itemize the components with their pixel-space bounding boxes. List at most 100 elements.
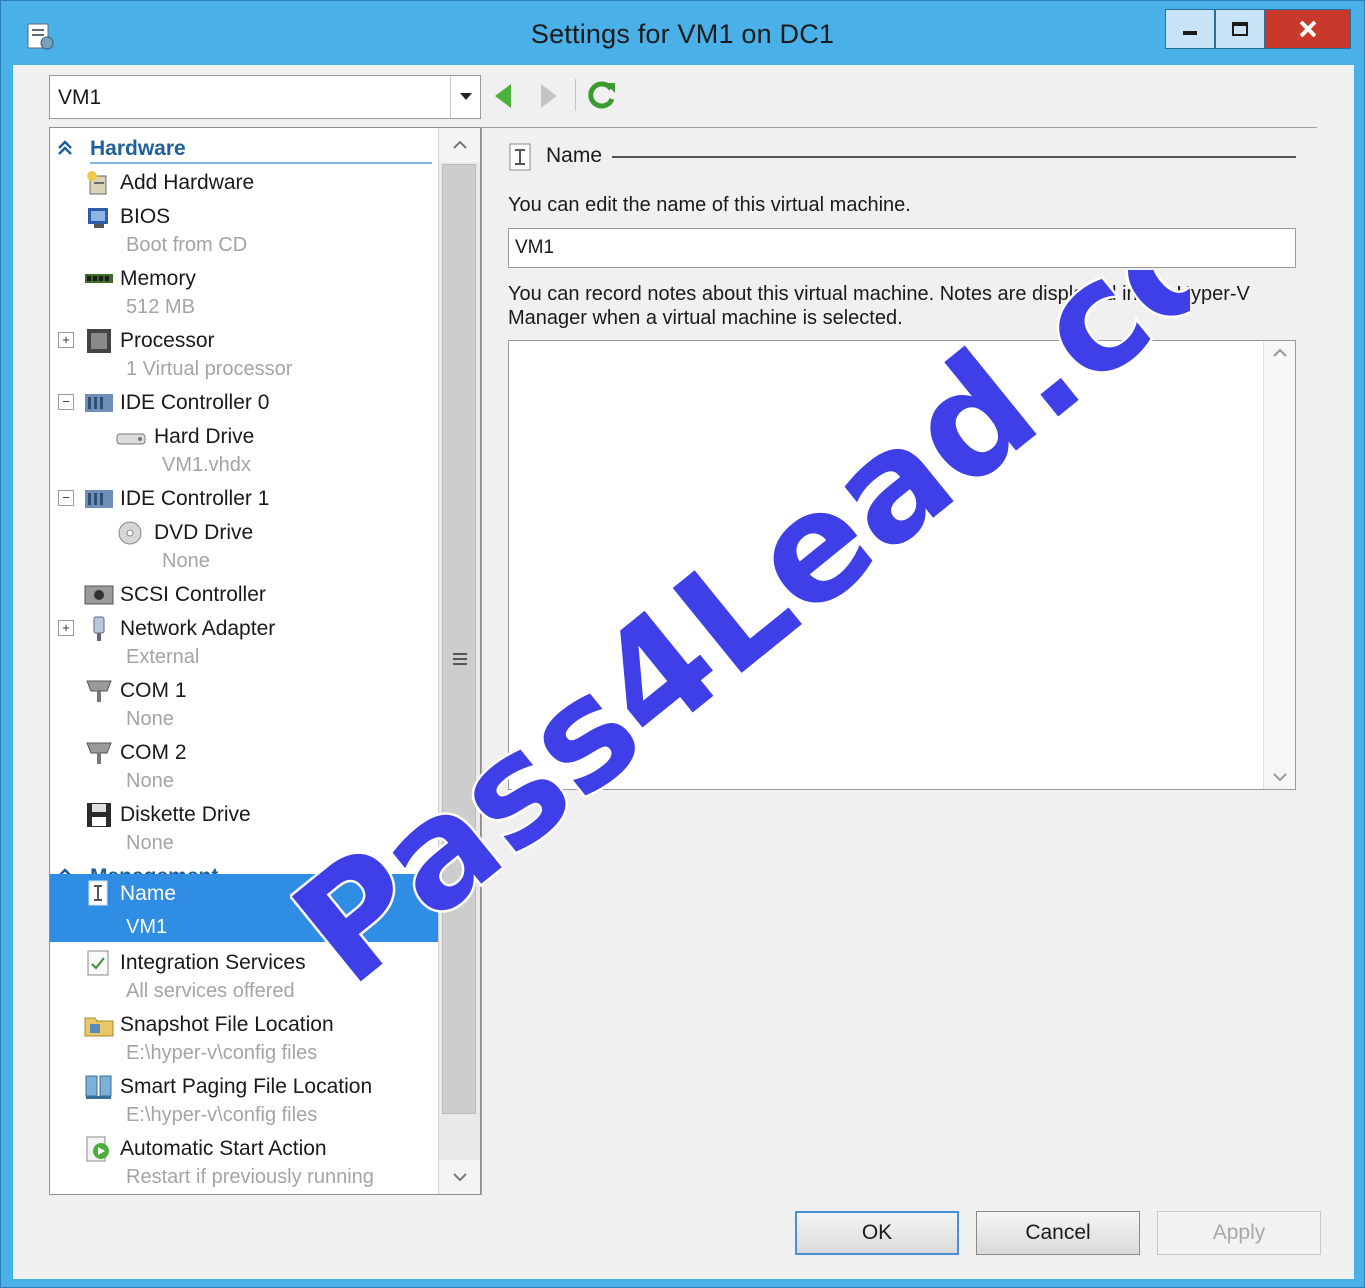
- tree-item-label: Integration Services: [120, 951, 306, 974]
- tree-item-automatic-start-action[interactable]: Automatic Start Action Restart if previo…: [50, 1132, 438, 1194]
- toolbar-separator: [575, 79, 576, 111]
- tree-item-add-hardware[interactable]: Add Hardware: [50, 166, 438, 200]
- chevron-up-icon: [452, 140, 467, 149]
- tree-item-bios[interactable]: BIOS Boot from CD: [50, 200, 438, 262]
- tree-item-memory[interactable]: Memory 512 MB: [50, 262, 438, 324]
- name-settings-panel: Name You can edit the name of this virtu…: [481, 127, 1317, 1195]
- tree-item-label: Network Adapter: [120, 617, 276, 640]
- tree-item-detail: All services offered: [126, 980, 295, 1002]
- name-field-icon: [509, 143, 531, 171]
- collapse-icon[interactable]: −: [58, 490, 74, 506]
- tree-item-detail: None: [126, 708, 174, 730]
- tree-item-smart-paging-file-location[interactable]: Smart Paging File Location E:\hyper-v\co…: [50, 1070, 438, 1132]
- section-divider: [90, 162, 432, 164]
- snapshot-folder-icon: [84, 1017, 114, 1037]
- chevron-up-icon[interactable]: [1272, 347, 1288, 359]
- tree-item-label: IDE Controller 0: [120, 391, 270, 414]
- minimize-button[interactable]: [1165, 9, 1215, 49]
- automatic-start-icon: [86, 1136, 109, 1162]
- tree-item-label: IDE Controller 1: [120, 487, 270, 510]
- chevron-down-icon[interactable]: [1272, 771, 1288, 783]
- tree-item-label: Name: [120, 882, 177, 905]
- tree-item-label: Add Hardware: [120, 171, 255, 194]
- tree-item-ide-controller-1[interactable]: − IDE Controller 1: [50, 482, 438, 516]
- tree-item-detail: None: [162, 550, 210, 572]
- tree-item-label: BIOS: [120, 205, 171, 228]
- tree-item-hard-drive[interactable]: Hard Drive VM1.vhdx: [50, 420, 438, 482]
- tree-item-name[interactable]: Name VM1: [50, 874, 438, 942]
- dialog-client-area: VM1 Hardware Add Hardware BIOS Boot from…: [13, 65, 1354, 1279]
- integration-services-icon: [87, 950, 109, 976]
- tree-item-ide-controller-0[interactable]: − IDE Controller 0: [50, 386, 438, 420]
- tree-item-detail: External: [126, 646, 200, 668]
- window-title: Settings for VM1 on DC1: [530, 19, 835, 49]
- vm-select-value: VM1: [58, 86, 102, 109]
- vm-name-input[interactable]: [508, 228, 1296, 268]
- vm-select-dropdown[interactable]: VM1: [49, 75, 481, 119]
- tree-scrollbar[interactable]: [438, 128, 480, 1194]
- refresh-icon[interactable]: [583, 77, 619, 113]
- tree-item-snapshot-file-location[interactable]: Snapshot File Location E:\hyper-v\config…: [50, 1008, 438, 1070]
- chevron-down-icon: [452, 1173, 467, 1182]
- tree-item-detail: None: [126, 770, 174, 792]
- ok-button[interactable]: OK: [795, 1211, 959, 1255]
- com-port-icon: [86, 742, 112, 764]
- notes-textarea[interactable]: [508, 340, 1296, 790]
- close-button[interactable]: [1265, 9, 1351, 49]
- tree-item-network-adapter[interactable]: + Network Adapter External: [50, 612, 438, 674]
- expand-icon[interactable]: +: [58, 332, 74, 348]
- name-field-icon: [88, 880, 108, 906]
- tree-item-processor[interactable]: + Processor 1 Virtual processor: [50, 324, 438, 386]
- notes-description: You can record notes about this virtual …: [508, 283, 1250, 329]
- tree-item-detail: 512 MB: [126, 296, 195, 318]
- settings-window: Settings for VM1 on DC1 VM1 Hardware Add…: [0, 0, 1365, 1288]
- hardware-section-header[interactable]: Hardware: [50, 132, 438, 164]
- hard-drive-icon: [116, 433, 146, 445]
- network-adapter-icon: [93, 616, 105, 641]
- heading-divider: [612, 156, 1296, 158]
- add-hardware-icon: [87, 171, 107, 195]
- tree-item-label: COM 1: [120, 679, 187, 702]
- hardware-section-label: Hardware: [90, 137, 186, 160]
- tree-item-com-2[interactable]: COM 2 None: [50, 736, 438, 798]
- dropdown-arrow-icon[interactable]: [450, 76, 480, 118]
- tree-item-label: Smart Paging File Location: [120, 1075, 373, 1098]
- tree-item-scsi-controller[interactable]: SCSI Controller: [50, 578, 438, 612]
- apply-button[interactable]: Apply: [1157, 1211, 1321, 1255]
- collapse-icon[interactable]: −: [58, 394, 74, 410]
- scroll-thumb[interactable]: [442, 164, 476, 1114]
- processor-icon: [87, 329, 111, 353]
- notes-scrollbar[interactable]: [1263, 341, 1295, 789]
- memory-icon: [85, 274, 113, 283]
- title-bar[interactable]: Settings for VM1 on DC1: [1, 1, 1364, 65]
- maximize-icon: [1232, 22, 1248, 36]
- tree-item-detail: E:\hyper-v\config files: [126, 1104, 318, 1126]
- tree-item-label: Diskette Drive: [120, 803, 251, 826]
- collapse-chevron-icon[interactable]: [56, 138, 74, 158]
- tree-item-label: Hard Drive: [154, 425, 255, 448]
- ide-controller-icon: [85, 490, 113, 508]
- smart-paging-icon: [85, 1075, 112, 1099]
- tree-item-integration-services[interactable]: Integration Services All services offere…: [50, 946, 438, 1008]
- close-icon: [1299, 20, 1317, 38]
- tree-item-dvd-drive[interactable]: DVD Drive None: [50, 516, 438, 578]
- tree-item-label: Automatic Start Action: [120, 1137, 327, 1160]
- scroll-down-button[interactable]: [439, 1160, 480, 1194]
- tree-item-diskette-drive[interactable]: Diskette Drive None: [50, 798, 438, 860]
- tree-item-detail: VM1: [126, 916, 168, 938]
- expand-icon[interactable]: +: [58, 620, 74, 636]
- tree-item-detail: Restart if previously running: [126, 1166, 374, 1188]
- scroll-grip-icon: [453, 653, 467, 668]
- tree-item-detail: E:\hyper-v\config files: [126, 1042, 318, 1064]
- maximize-button[interactable]: [1215, 9, 1265, 49]
- tree-item-detail: 1 Virtual processor: [126, 358, 293, 380]
- floppy-disk-icon: [87, 803, 111, 827]
- cancel-button[interactable]: Cancel: [976, 1211, 1140, 1255]
- dvd-disc-icon: [118, 521, 142, 545]
- scroll-up-button[interactable]: [439, 128, 480, 162]
- tree-item-com-1[interactable]: COM 1 None: [50, 674, 438, 736]
- tree-item-label: Processor: [120, 329, 215, 352]
- forward-arrow-icon[interactable]: [537, 81, 561, 111]
- tree-item-label: Snapshot File Location: [120, 1013, 334, 1036]
- back-arrow-icon[interactable]: [491, 81, 515, 111]
